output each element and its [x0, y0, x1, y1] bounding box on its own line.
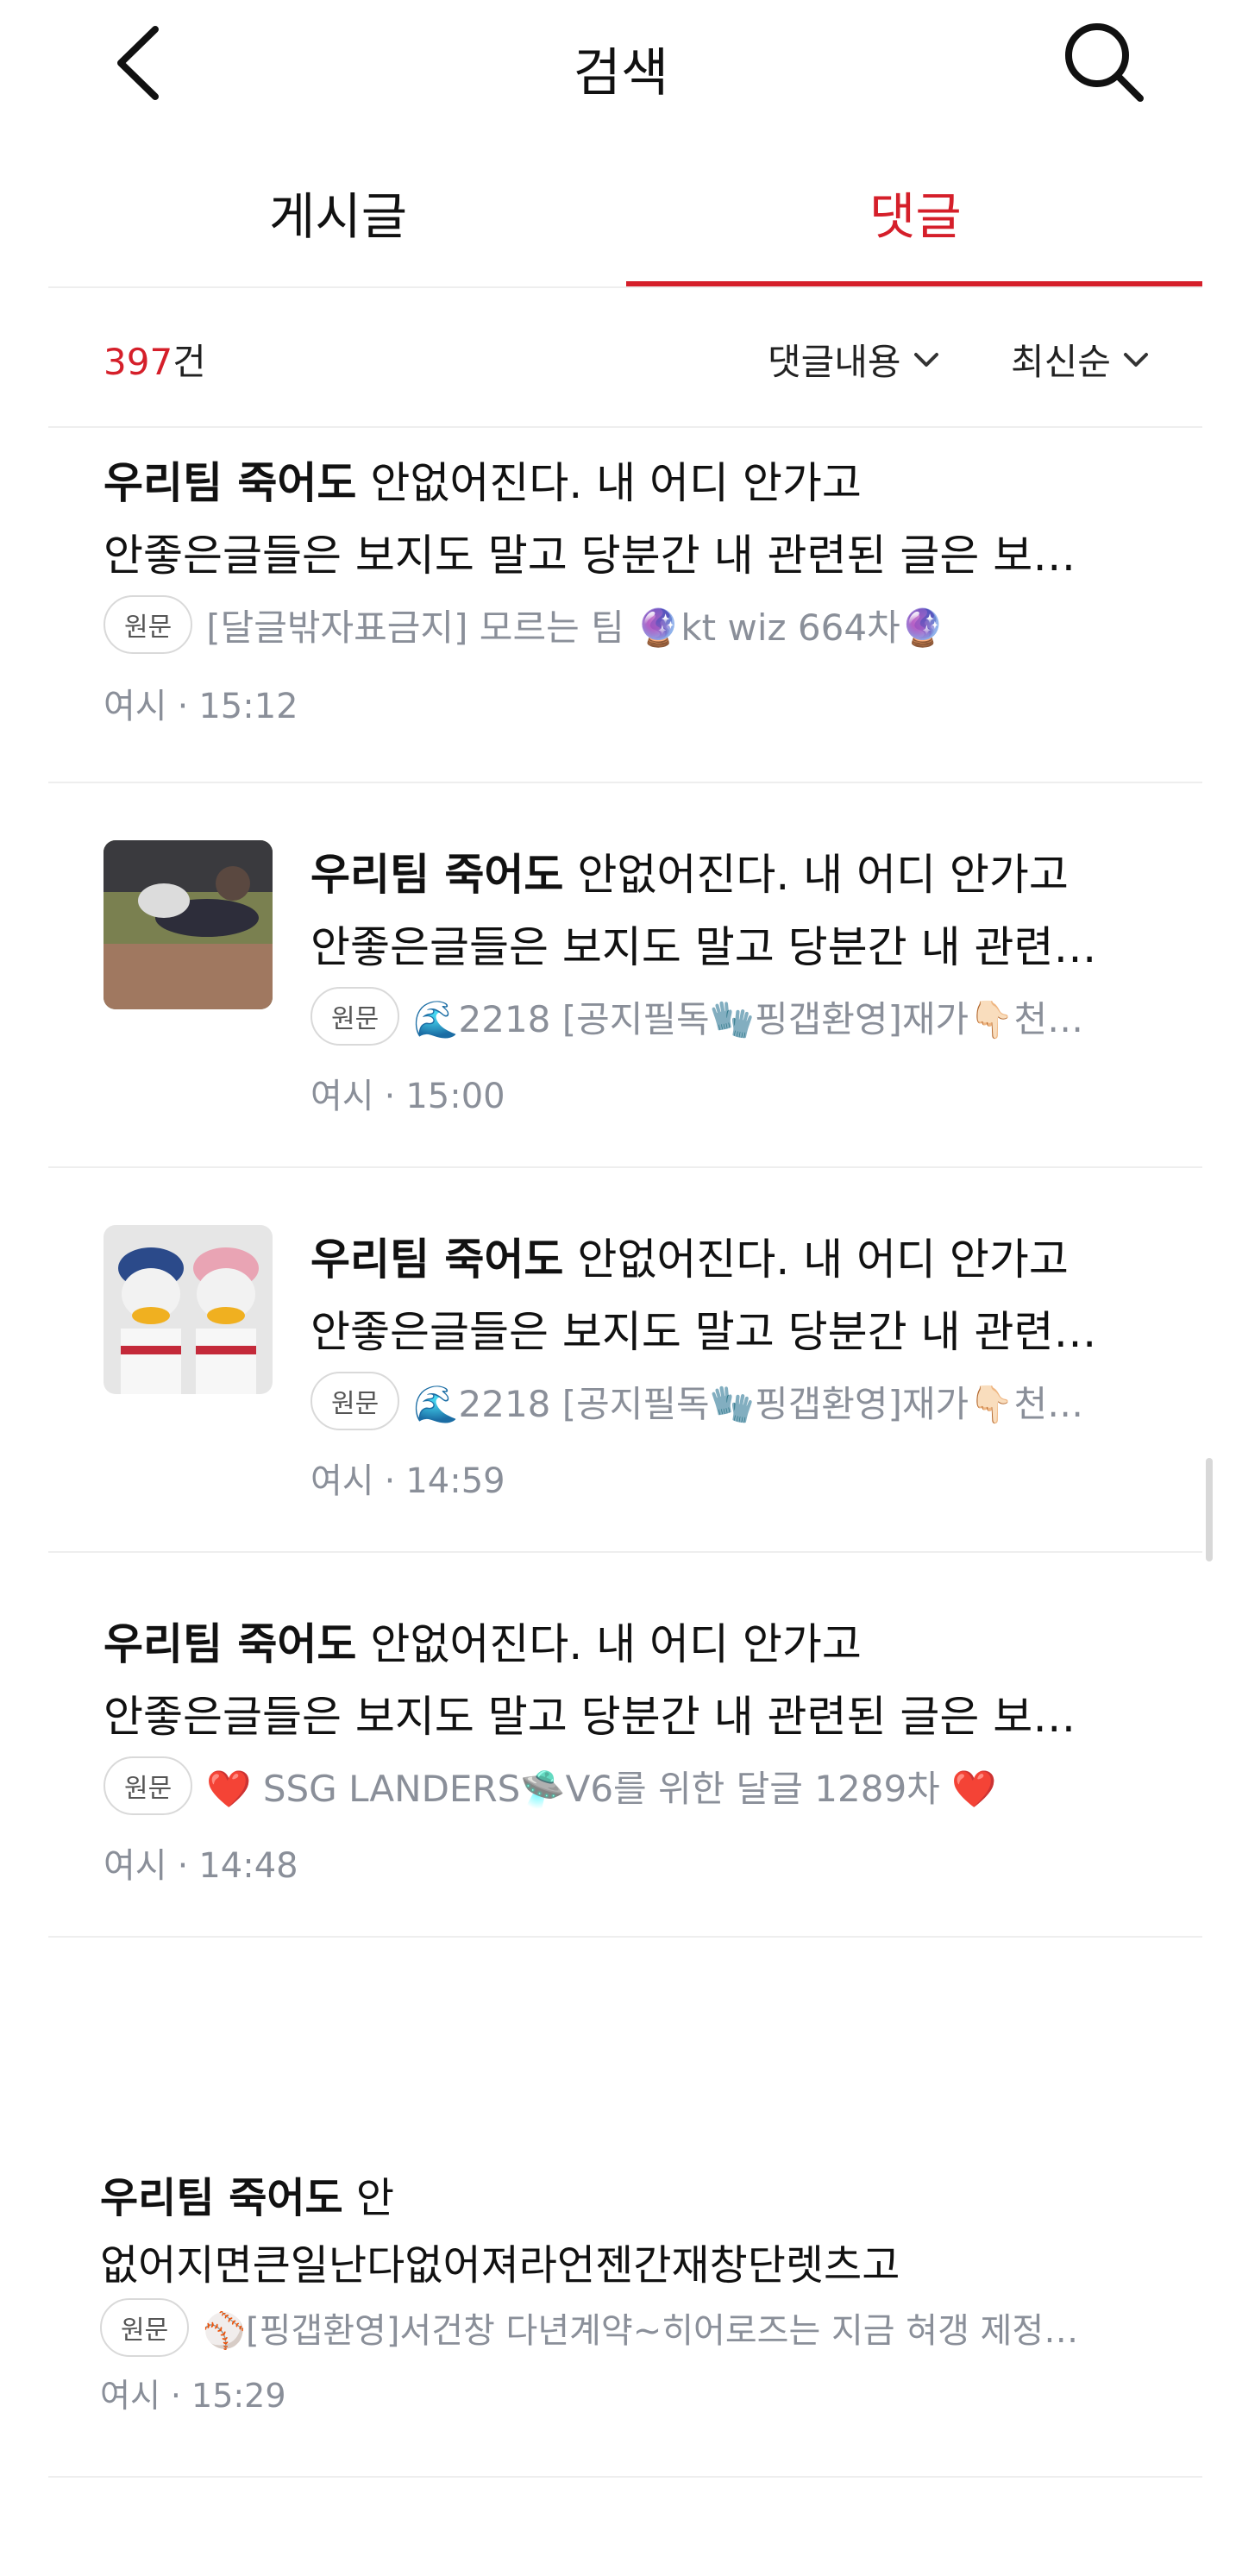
- source-title[interactable]: 🌊2218 [공지필독🧤핑갭환영]재가👇🏻천…: [413, 990, 1083, 1043]
- list-item[interactable]: 우리팀 죽어도 안없어진다. 내 어디 안가고 안좋은글들은 보지도 말고 당분…: [0, 1168, 1242, 1548]
- source-title[interactable]: ❤️ SSG LANDERS🛸V6를 위한 달글 1289차 ❤️: [206, 1760, 996, 1813]
- source-title[interactable]: [달글밖자표금지] 모르는 팀 🔮kt wiz 664차🔮: [206, 599, 945, 651]
- content-filter-dropdown[interactable]: 댓글내용: [768, 333, 939, 386]
- app-header: 검색: [0, 0, 1242, 129]
- comment-line-2: 안좋은글들은 보지도 말고 당분간 내 관련된 글은 보…: [104, 1692, 1076, 1742]
- comment-keyword: 우리팀 죽어도: [310, 850, 564, 900]
- source-row: 원문 🌊2218 [공지필독🧤핑갭환영]재가👇🏻천…: [310, 1372, 1083, 1430]
- comment-line-1: 우리팀 죽어도 안없어진다. 내 어디 안가고: [310, 840, 1069, 902]
- comment-keyword: 우리팀 죽어도: [100, 2174, 343, 2222]
- comment-line-1: 우리팀 죽어도 안없어진다. 내 어디 안가고: [310, 1225, 1069, 1287]
- author: 여시: [310, 1461, 374, 1501]
- dot-separator: ·: [384, 1077, 396, 1116]
- original-badge[interactable]: 원문: [310, 987, 400, 1046]
- tab-posts[interactable]: 게시글: [269, 176, 407, 248]
- original-badge[interactable]: 원문: [100, 2298, 190, 2357]
- chevron-down-icon: [913, 352, 938, 367]
- sort-label: 최신순: [1011, 341, 1111, 383]
- source-title[interactable]: ⚾[핑갭환영]서건창 다년계약~히어로즈는 지금 혀갱 제정…: [203, 2303, 1078, 2353]
- comment-keyword: 우리팀 죽어도: [104, 458, 357, 508]
- author: 여시: [310, 1077, 374, 1116]
- original-badge[interactable]: 원문: [104, 595, 193, 654]
- author: 여시: [104, 687, 167, 726]
- tab-bar: 게시글 댓글: [0, 155, 1242, 288]
- comment-line-1: 우리팀 죽어도 안없어진다. 내 어디 안가고: [104, 449, 862, 511]
- comment-keyword: 우리팀 죽어도: [310, 1235, 564, 1285]
- comment-keyword: 우리팀 죽어도: [104, 1619, 357, 1669]
- comment-text: 안: [342, 2174, 395, 2222]
- author-time: 여시 · 15:12: [104, 678, 298, 728]
- author-time: 여시 · 15:00: [310, 1068, 505, 1118]
- thumbnail-image[interactable]: [104, 1225, 273, 1394]
- source-row: 원문 [달글밖자표금지] 모르는 팀 🔮kt wiz 664차🔮: [104, 595, 945, 654]
- timestamp: 15:29: [191, 2377, 286, 2415]
- comment-line-2: 안좋은글들은 보지도 말고 당분간 내 관련…: [310, 922, 1097, 972]
- list-item[interactable]: 우리팀 죽어도 안없어진다. 내 어디 안가고 안좋은글들은 보지도 말고 당분…: [0, 1553, 1242, 1932]
- page-title: 검색: [573, 43, 669, 104]
- dot-separator: ·: [177, 1846, 189, 1886]
- list-item[interactable]: 우리팀 죽어도 안없어진다. 내 어디 안가고 안좋은글들은 보지도 말고 당분…: [0, 431, 1242, 776]
- timestamp: 14:48: [198, 1846, 298, 1886]
- timestamp: 15:12: [198, 687, 298, 726]
- author: 여시: [100, 2377, 160, 2415]
- author-time: 여시 · 14:48: [104, 1838, 298, 1888]
- timestamp: 14:59: [405, 1461, 505, 1501]
- comment-text: 안없어진다. 내 어디 안가고: [356, 1619, 862, 1669]
- timestamp: 15:00: [405, 1077, 505, 1116]
- tab-comments[interactable]: 댓글: [869, 176, 962, 248]
- author-time: 여시 · 14:59: [310, 1453, 505, 1503]
- chevron-down-icon: [1123, 352, 1148, 367]
- comment-line-2: 안좋은글들은 보지도 말고 당분간 내 관련…: [310, 1307, 1097, 1357]
- comment-text: 안없어진다. 내 어디 안가고: [356, 458, 862, 508]
- comment-line-1: 우리팀 죽어도 안없어진다. 내 어디 안가고: [104, 1610, 862, 1672]
- source-title[interactable]: 🌊2218 [공지필독🧤핑갭환영]재가👇🏻천…: [413, 1375, 1083, 1428]
- original-badge[interactable]: 원문: [310, 1372, 400, 1430]
- result-count-number: 397: [104, 341, 173, 383]
- comment-text: 안없어진다. 내 어디 안가고: [563, 1235, 1069, 1285]
- comment-line-2: 안좋은글들은 보지도 말고 당분간 내 관련된 글은 보…: [104, 531, 1076, 581]
- result-count-suffix: 건: [172, 341, 206, 383]
- results-bar: 397건 댓글내용 최신순: [0, 328, 1242, 397]
- sort-dropdown[interactable]: 최신순: [1011, 333, 1149, 386]
- content-filter-label: 댓글내용: [768, 341, 901, 383]
- mascot-photo: [104, 1225, 273, 1394]
- source-row: 원문 ❤️ SSG LANDERS🛸V6를 위한 달글 1289차 ❤️: [104, 1756, 996, 1815]
- dot-separator: ·: [177, 687, 189, 726]
- comment-text: 안없어진다. 내 어디 안가고: [563, 850, 1069, 900]
- comment-line-2: 없어지면큰일난다없어져라언젠간재창단렛츠고: [100, 2241, 900, 2290]
- tabs-divider: [48, 286, 1202, 288]
- source-row: 원문 ⚾[핑갭환영]서건창 다년계약~히어로즈는 지금 혀갱 제정…: [100, 2298, 1078, 2357]
- comment-line-1: 우리팀 죽어도 안: [100, 2164, 394, 2224]
- author-time: 여시 · 15:29: [100, 2369, 286, 2416]
- search-icon[interactable]: [1061, 19, 1147, 105]
- divider: [48, 2476, 1202, 2478]
- source-row: 원문 🌊2218 [공지필독🧤핑갭환영]재가👇🏻천…: [310, 987, 1083, 1046]
- list-item[interactable]: 우리팀 죽어도 안없어진다. 내 어디 안가고 안좋은글들은 보지도 말고 당분…: [0, 783, 1242, 1163]
- dot-separator: ·: [384, 1461, 396, 1501]
- author: 여시: [104, 1846, 167, 1886]
- dot-separator: ·: [170, 2377, 182, 2415]
- list-item[interactable]: 우리팀 죽어도 안 없어지면큰일난다없어져라언젠간재창단렛츠고 원문 ⚾[핑갭환영…: [0, 1938, 1242, 2472]
- result-count: 397건: [104, 333, 206, 386]
- scrollbar[interactable]: [1206, 1458, 1213, 1561]
- baseball-photo: [104, 840, 273, 1009]
- thumbnail-image[interactable]: [104, 840, 273, 1009]
- original-badge[interactable]: 원문: [104, 1756, 193, 1815]
- divider: [48, 426, 1202, 428]
